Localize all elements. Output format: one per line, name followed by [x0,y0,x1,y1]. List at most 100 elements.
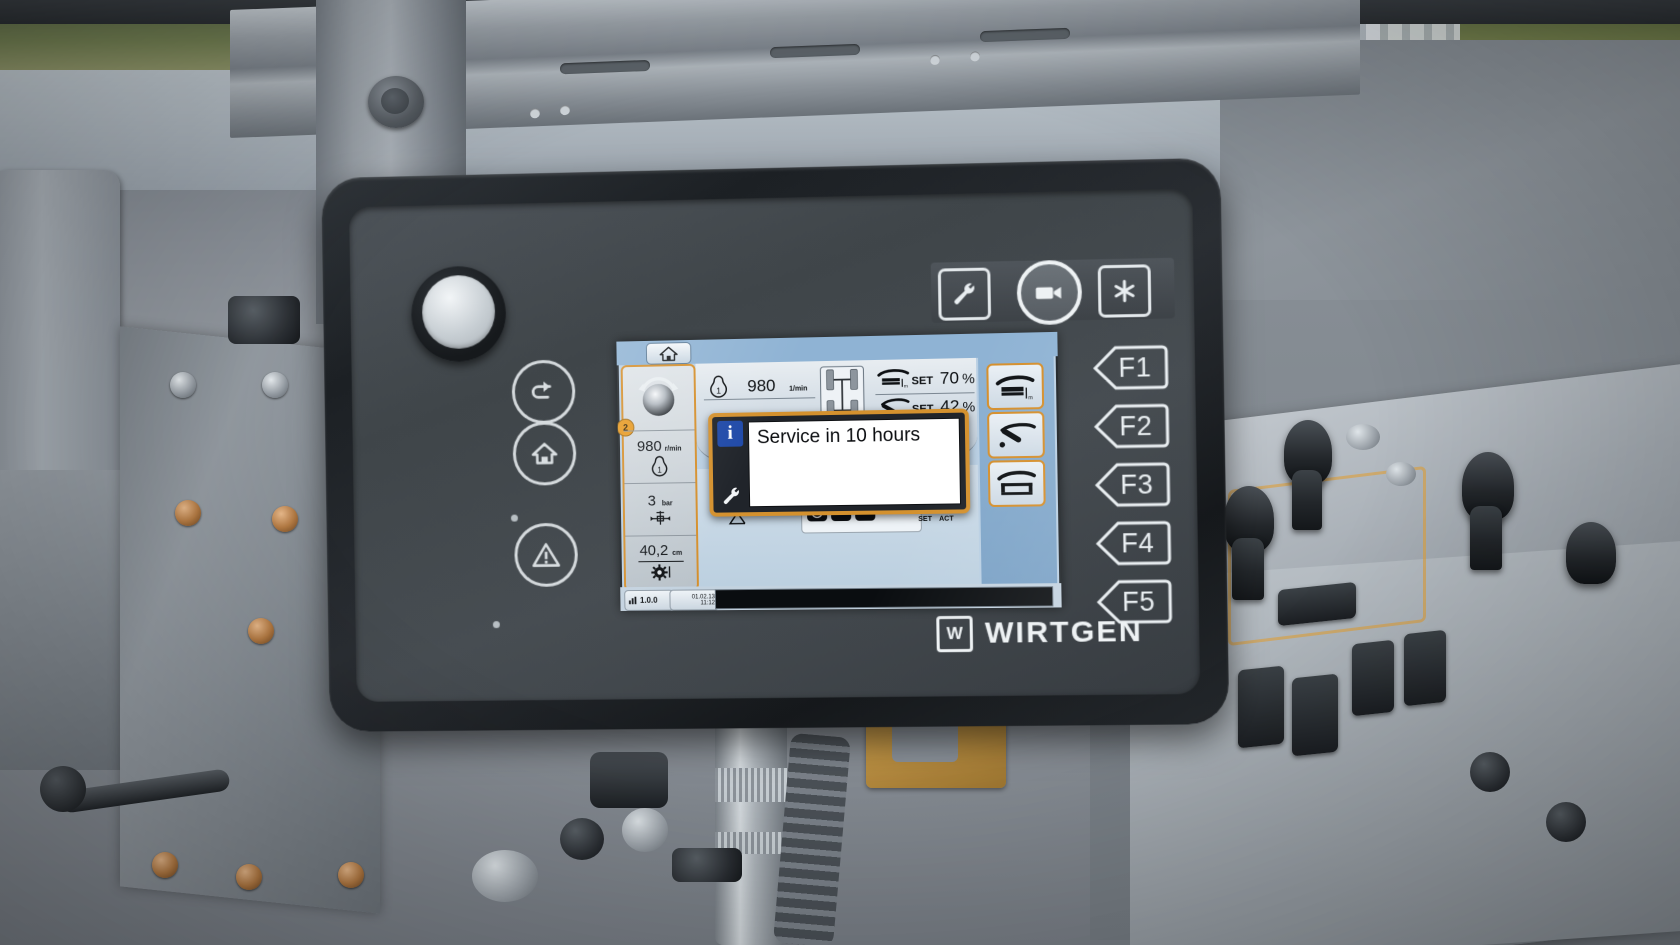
home-icon [657,345,681,362]
operator-display-unit: F1 F2 F3 F4 F5 W WIRTGEN 2 980 r/min 1 3… [321,157,1230,732]
asterisk-icon[interactable] [1097,264,1152,318]
levelling-icon [996,469,1037,495]
round-button-a[interactable] [472,850,538,902]
function-key-f2-label: F2 [1119,410,1153,441]
status-led-2 [492,621,500,629]
function-key-f1-label: F1 [1118,351,1152,383]
gauge-legend-set: SET [918,515,933,524]
status-time: 11:12 [700,599,716,606]
post-cap [368,76,424,128]
joystick-2-shaft[interactable] [1232,538,1264,600]
rocker-switch-3[interactable] [1292,673,1338,757]
function-key-f3-label: F3 [1119,468,1154,500]
svg-text:m: m [904,385,908,390]
control-lever-ball[interactable] [40,766,86,812]
wrench-icon [718,482,744,508]
levelling-key[interactable] [987,459,1046,508]
pressure-unit: bar [661,500,673,508]
lcd-status-bar: 1.0.0 01.02.13 11:12 [620,583,1062,611]
scraper-pressure-icon [647,509,673,526]
left-side-plate-icon: m [877,367,910,390]
joystick-1-shaft[interactable] [1292,470,1322,530]
camera-glyph [1035,286,1062,300]
side-plate-key[interactable]: m [986,362,1045,411]
left-lower-box [0,470,140,770]
pressure-cell[interactable]: 3 bar [624,483,697,537]
brand-logo: W WIRTGEN [936,614,1144,653]
wrench-service-icon[interactable] [937,267,992,321]
console-knob-2[interactable] [1546,802,1586,842]
engine-speed-unit: 1/min [789,385,808,393]
scraper-icon [995,421,1036,448]
joystick-4[interactable] [1566,522,1616,584]
round-button-b[interactable] [622,808,668,852]
function-key-f3[interactable]: F3 [1091,460,1171,510]
setpoint-label-1: SET [911,374,934,388]
back-key[interactable] [511,359,576,425]
dialog-icon-column: i [712,416,749,512]
drum-speed-value: 980 [636,437,662,455]
milling-depth-unit: cm [672,549,683,557]
engine-speed-value: 980 [747,376,776,396]
service-dialog[interactable]: i Service in 10 hours [708,408,971,517]
lcd-home-button[interactable] [645,341,692,365]
back-arrow-icon [527,375,561,409]
lcd-screen[interactable]: 2 980 r/min 1 3 bar 40,2 cm 1 980 1/min … [616,331,1062,611]
function-key-f4-label: F4 [1120,527,1155,559]
datetime-chip: 01.02.13 11:12 [669,589,720,611]
rocker-switch-4[interactable] [1352,639,1394,717]
clamp-knob[interactable] [228,296,300,344]
black-control-knob[interactable] [590,752,668,808]
dialog-message-box: Service in 10 hours [747,417,962,508]
milling-depth-value: 40,2 [639,542,669,560]
drum-speed-cell[interactable]: 980 r/min 1 [623,429,696,485]
function-key-f5-label: F5 [1121,585,1156,617]
info-icon: i [717,420,744,447]
wrench-glyph [723,487,740,505]
version-value: 1.0.0 [639,595,658,605]
joystick-3-shaft[interactable] [1470,506,1502,570]
rocker-switch-2[interactable] [1238,665,1284,749]
info-small-icon [628,596,637,605]
brand-mark: W [936,615,974,653]
screenshot-root: F1 F2 F3 F4 F5 W WIRTGEN 2 980 r/min 1 3… [0,0,1680,945]
asterisk-glyph [1110,277,1139,306]
milling-depth-icon [651,564,671,581]
lcd-right-keystrip: m [978,356,1058,584]
engine-icon: 1 [648,455,672,476]
svg-text:m: m [1028,395,1033,401]
side-plate-icon: m [995,372,1036,401]
rocker-bottom[interactable] [672,848,742,882]
indicator-lamp-1 [1346,424,1380,450]
rotary-selector-knob[interactable] [410,265,507,363]
drum-speed-unit: r/min [664,445,682,453]
warning-key[interactable] [514,522,579,588]
round-button-c[interactable] [560,818,604,860]
warning-triangle-icon [529,538,563,572]
wrench-glyph [954,283,975,305]
scraper-key[interactable] [987,411,1045,459]
status-message-bar [714,586,1054,610]
status-led [510,514,518,522]
function-key-f4[interactable]: F4 [1092,518,1172,567]
setpoint-unit-1: % [961,370,975,387]
svg-text:1: 1 [657,465,662,474]
rocker-switch-5[interactable] [1404,629,1446,707]
gauge-legend-act: ACT [939,515,954,523]
pressure-value: 3 [647,492,657,510]
version-chip: 1.0.0 [624,589,674,611]
console-knob-1[interactable] [1470,752,1510,792]
drum-status-cell[interactable] [623,366,695,431]
camera-view-icon[interactable] [1016,259,1083,326]
brand-name: WIRTGEN [984,614,1144,650]
display-unit-face: F1 F2 F3 F4 F5 W WIRTGEN 2 980 r/min 1 3… [349,188,1201,702]
function-key-f2[interactable]: F2 [1090,401,1170,451]
indicator-lamp-2 [1386,462,1416,486]
home-key[interactable] [512,421,577,486]
function-key-f1[interactable]: F1 [1089,343,1169,393]
setpoint-value-1: 70 [939,368,960,388]
drum-rotation-icon [632,374,686,417]
dialog-message: Service in 10 hours [756,424,921,449]
engine-icon: 1 [705,375,731,398]
milling-depth-cell[interactable]: 40,2 cm [625,535,697,590]
